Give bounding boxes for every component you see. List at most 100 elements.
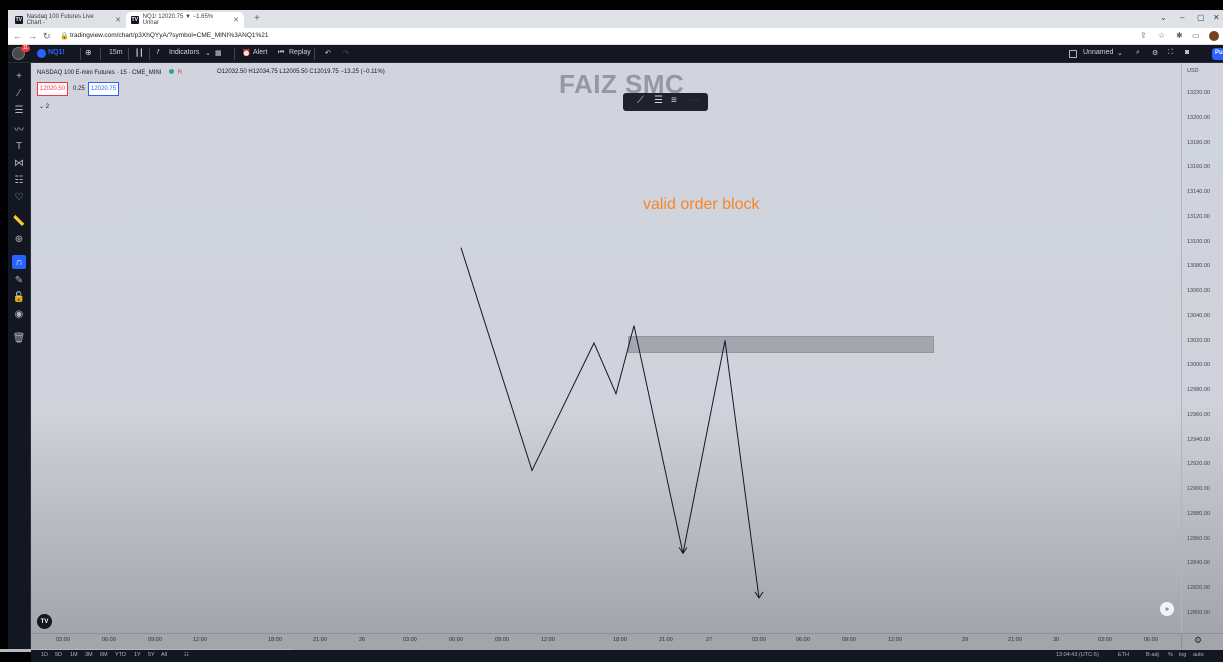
date-range-icon[interactable]: ☷ [184,652,189,658]
alert-button[interactable]: Alert [253,49,267,56]
range-button-1m[interactable]: 1M [70,652,78,658]
adjustment-button[interactable]: B-adj [1146,652,1159,658]
indicators-icon[interactable]: 𝑓 [157,49,159,57]
bookmark-star-icon[interactable]: ☆ [1158,31,1165,40]
trash-icon[interactable]: 🗑 [12,331,26,345]
redo-icon[interactable]: ↷ [343,49,349,57]
maximize-icon[interactable]: ▢ [1197,13,1205,22]
tab-search-icon[interactable]: ⌄ [1160,13,1167,22]
range-button-all[interactable]: All [161,652,167,658]
close-tab-icon[interactable]: ✕ [115,16,121,24]
price-tick: 13160.00 [1187,164,1210,171]
browser-tab-1[interactable]: TV Nasdaq 100 Futures Live Chart - ✕ [10,12,126,28]
settings-icon[interactable]: ⚙ [1152,49,1158,57]
back-icon[interactable]: ← [13,31,22,41]
drawn-zigzag-path[interactable] [31,63,1181,633]
layout-name-button[interactable]: Unnamed [1083,49,1113,56]
prediction-icon[interactable]: ☷ [12,173,26,187]
price-tick: 12820.00 [1187,585,1210,591]
profile-avatar[interactable] [1209,31,1219,41]
scroll-to-realtime-button[interactable]: » [1160,602,1174,616]
price-tick: 13040.00 [1187,312,1210,319]
minimize-icon[interactable]: – [1180,13,1184,22]
chart-pane[interactable]: NASDAQ 100 E-mini Futures · 15 · CME_MIN… [31,63,1181,633]
time-tick: 06:00 [449,637,463,643]
text-icon[interactable]: T [12,139,26,153]
indicators-button[interactable]: Indicators [169,49,199,56]
quick-search-icon[interactable]: ⌕ [1136,49,1140,57]
price-tick: 13100.00 [1187,238,1210,245]
browser-tab-2[interactable]: TV NQ1! 12020.75 ▼ −1.65% Unnar ✕ [126,12,244,28]
sidebar-icon[interactable]: ▭ [1192,31,1200,40]
price-tick: 12800.00 [1187,609,1210,616]
zoom-in-icon[interactable]: ⊕ [12,232,26,246]
extensions-icon[interactable]: ✱ [1176,31,1183,40]
xabcd-pattern-icon[interactable]: ⋈ [12,156,26,170]
range-button-1d[interactable]: 1D [41,652,48,658]
notification-badge: 11 [21,45,30,52]
range-button-ytd[interactable]: YTD [115,652,126,658]
publish-button[interactable]: Publi [1212,48,1223,60]
price-axis[interactable]: USD 13220.00 13200.00 13180.00 13160.00 1314… [1181,63,1223,633]
range-button-5d[interactable]: 5D [55,652,62,658]
range-button-6m[interactable]: 6M [100,652,108,658]
price-tick: 12880.00 [1187,510,1210,517]
forward-icon[interactable]: → [28,31,37,41]
favorites-heart-icon[interactable]: ♡ [12,190,26,204]
fib-retracement-icon[interactable]: ☰ [12,103,26,117]
share-icon[interactable]: ⇪ [1140,31,1147,40]
tradingview-favicon-icon: TV [15,16,23,24]
address-bar: ← → ↻ 🔒 tradingview.com/chart/p3XhQYyA/?… [8,28,1223,45]
candles-icon[interactable]: ┃┃ [135,49,143,57]
time-tick: 03:00 [752,637,766,643]
time-tick: 21:00 [659,637,673,643]
chevron-down-icon[interactable]: ⌄ [1117,49,1123,57]
time-tick: 26 [359,637,366,643]
time-axis[interactable]: 03:00 06:00 09:00 12:00 18:00 21:00 26 03:00 06:… [31,633,1181,650]
clock[interactable]: 13:04:43 (UTC-5) [1056,652,1099,658]
currency-label[interactable]: USD [1187,68,1199,74]
hide-drawings-icon[interactable]: ◉ [12,307,26,321]
time-tick: 09:00 [842,637,856,643]
compare-icon[interactable]: ⊕ [85,48,92,57]
percent-toggle[interactable]: % [1168,652,1173,658]
session-button[interactable]: ETH [1118,652,1129,658]
tradingview-logo[interactable]: TV [37,614,52,629]
reload-icon[interactable]: ↻ [43,31,51,42]
screen: TV Nasdaq 100 Futures Live Chart - ✕ TV … [0,0,1223,662]
url-field[interactable]: tradingview.com/chart/p3XhQYyA/?symbol=C… [70,32,269,39]
price-tick: 13220.00 [1187,90,1210,96]
replay-icon[interactable]: ⏮ [278,49,284,57]
auto-toggle[interactable]: auto [1193,652,1204,658]
new-tab-icon[interactable]: + [254,13,260,24]
templates-icon[interactable]: ▦ [215,49,222,57]
log-toggle[interactable]: log [1179,652,1186,658]
symbol-search-button[interactable]: NQ1! [48,49,65,56]
trend-line-icon[interactable]: ⁄ [12,86,26,100]
fullscreen-icon[interactable]: ⛶ [1168,49,1173,57]
undo-icon[interactable]: ↶ [325,49,331,57]
range-button-1y[interactable]: 1Y [134,652,141,658]
range-button-5y[interactable]: 5Y [148,652,155,658]
price-tick: 13060.00 [1187,288,1210,294]
layout-icon[interactable] [1069,50,1077,58]
price-tick: 12840.00 [1187,560,1210,567]
magnet-icon[interactable]: ∩ [12,255,26,269]
close-tab-icon[interactable]: ✕ [233,16,239,24]
tv-top-toolbar: 11 NQ1! ⊕ 15m ┃┃ 𝑓 Indicators ⌄ ▦ ⏰ Aler… [8,45,1223,63]
replay-button[interactable]: Replay [289,49,311,56]
interval-button[interactable]: 15m [109,49,123,56]
crosshair-icon[interactable]: + [12,69,26,83]
price-tick: 12900.00 [1187,486,1210,492]
lock-drawings-icon[interactable]: 🔓 [12,290,26,304]
patterns-icon[interactable]: 〰 [12,121,26,136]
alert-icon[interactable]: ⏰ [242,49,251,57]
window-close-icon[interactable]: ✕ [1213,13,1220,22]
chevron-down-icon[interactable]: ⌄ [205,49,211,57]
path-line[interactable] [460,247,760,598]
ruler-icon[interactable]: 📏 [12,214,26,228]
range-button-3m[interactable]: 3M [85,652,93,658]
stay-in-drawing-mode-icon[interactable]: ✎ [12,273,26,287]
chart-settings-icon[interactable]: ⚙ [1194,635,1202,646]
snapshot-icon[interactable]: ◙ [1185,49,1189,56]
